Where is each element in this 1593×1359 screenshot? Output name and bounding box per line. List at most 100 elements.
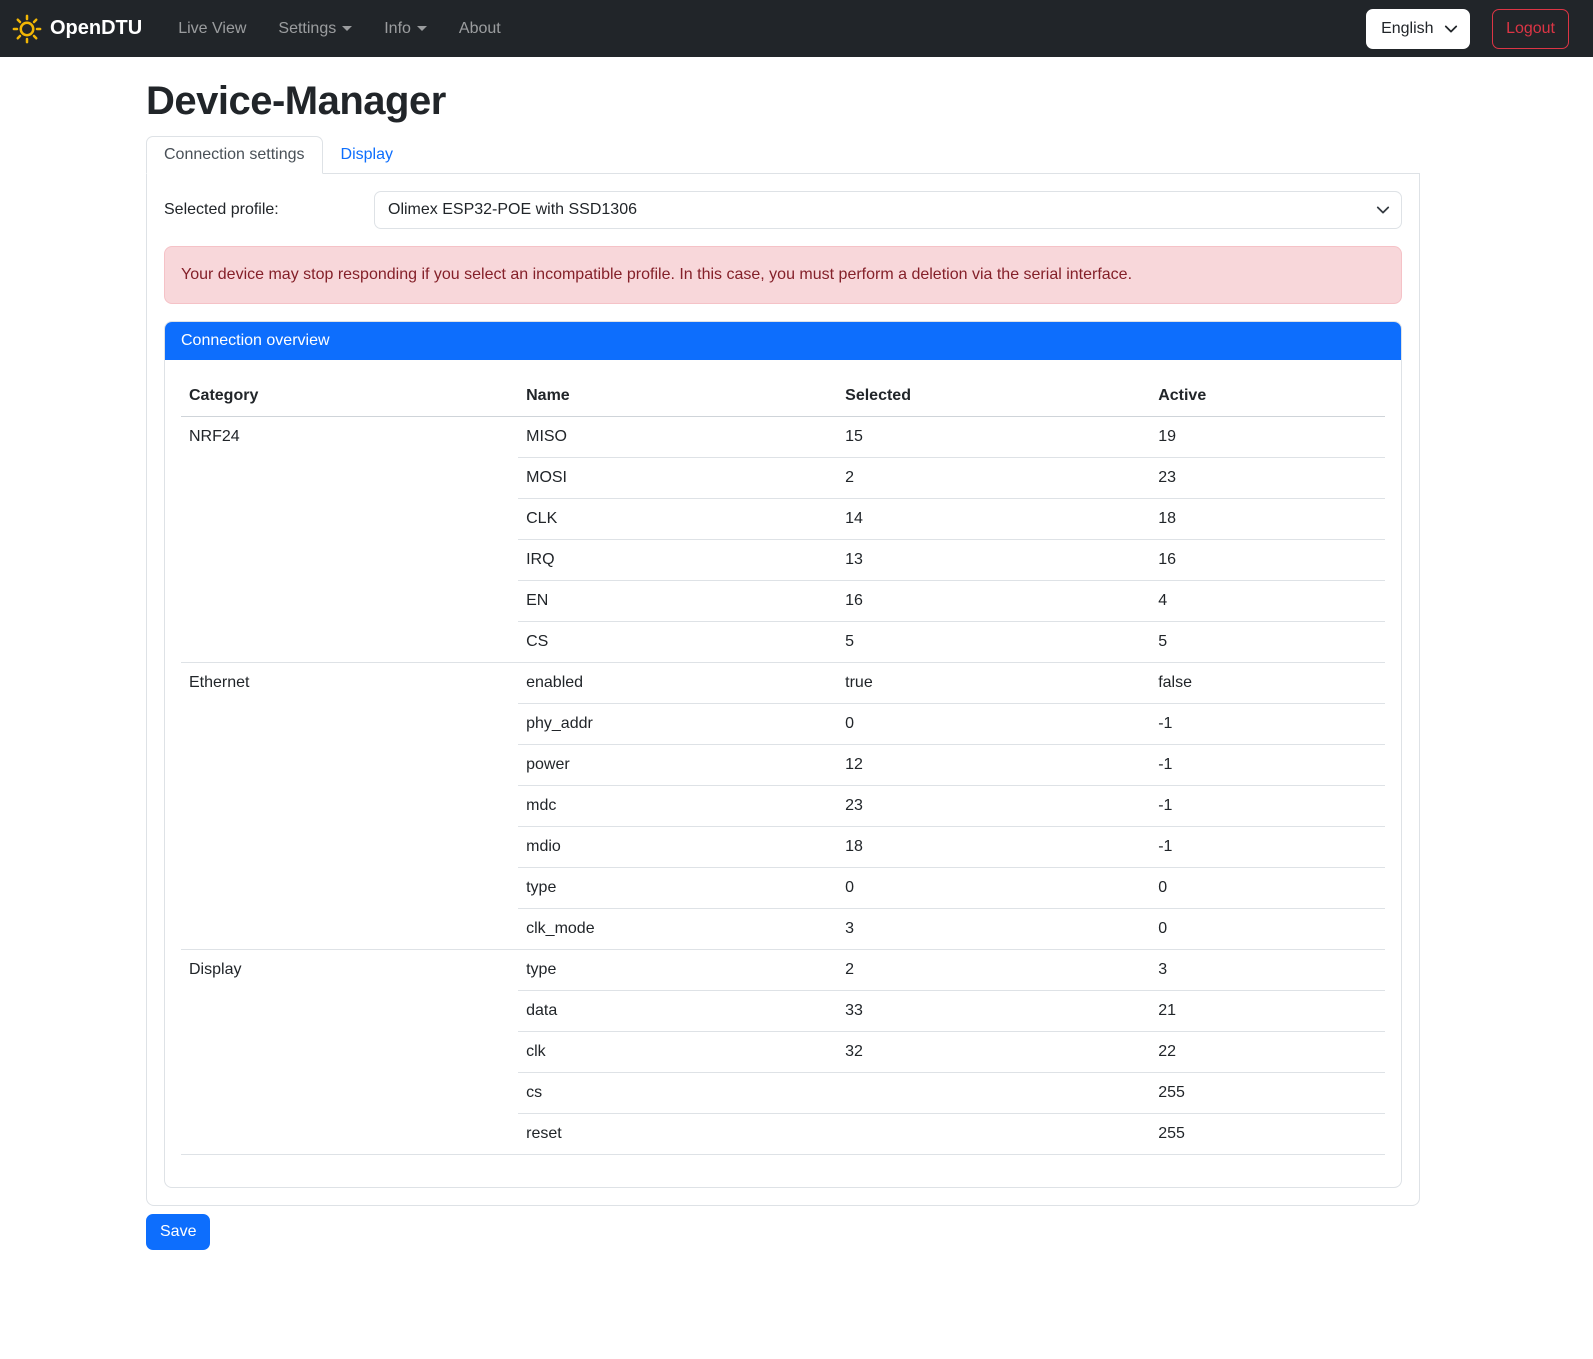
connection-overview-table: Category Name Selected Active NRF24MISO1… [181, 376, 1385, 1155]
selected-cell: 3 [837, 909, 1150, 950]
nav-item-settings[interactable]: Settings [266, 12, 364, 46]
tab-bar: Connection settings Display [146, 136, 1420, 174]
name-cell: clk_mode [518, 909, 837, 950]
selected-cell: 0 [837, 704, 1150, 745]
language-select[interactable]: English [1366, 9, 1470, 49]
nav-item-label: About [459, 20, 501, 38]
active-cell: -1 [1150, 827, 1385, 868]
active-cell: false [1150, 663, 1385, 704]
nav-item-label: Live View [178, 20, 246, 38]
category-cell: Display [181, 950, 518, 1155]
selected-cell: 33 [837, 991, 1150, 1032]
language-value: English [1381, 20, 1433, 38]
active-cell: 255 [1150, 1073, 1385, 1114]
overview-table-body: NRF24MISO1519MOSI223CLK1418IRQ1316EN164C… [181, 417, 1385, 1155]
name-cell: MISO [518, 417, 837, 458]
nav-item-live-view[interactable]: Live View [166, 12, 258, 46]
active-cell: 23 [1150, 458, 1385, 499]
brand-label: OpenDTU [50, 17, 142, 40]
sun-icon [12, 14, 42, 44]
selected-cell: 12 [837, 745, 1150, 786]
chevron-down-icon [1444, 22, 1458, 36]
active-cell: 18 [1150, 499, 1385, 540]
active-cell: 21 [1150, 991, 1385, 1032]
col-header-category: Category [181, 376, 518, 417]
selected-cell: 16 [837, 581, 1150, 622]
logout-button[interactable]: Logout [1492, 9, 1569, 49]
name-cell: CLK [518, 499, 837, 540]
name-cell: type [518, 950, 837, 991]
selected-cell: 32 [837, 1032, 1150, 1073]
nav-links: Live View Settings Info About [166, 12, 513, 46]
profile-label: Selected profile: [164, 201, 374, 219]
selected-cell: 2 [837, 950, 1150, 991]
active-cell: 22 [1150, 1032, 1385, 1073]
name-cell: IRQ [518, 540, 837, 581]
active-cell: 0 [1150, 868, 1385, 909]
nav-item-info[interactable]: Info [372, 12, 439, 46]
chevron-down-icon [342, 26, 352, 31]
main-container: Device-Manager Connection settings Displ… [146, 79, 1420, 1250]
save-button[interactable]: Save [146, 1214, 210, 1250]
table-row: Displaytype23 [181, 950, 1385, 991]
name-cell: EN [518, 581, 837, 622]
name-cell: enabled [518, 663, 837, 704]
card-body: Category Name Selected Active NRF24MISO1… [165, 360, 1401, 1187]
active-cell: -1 [1150, 704, 1385, 745]
active-cell: 4 [1150, 581, 1385, 622]
selected-cell [837, 1073, 1150, 1114]
name-cell: phy_addr [518, 704, 837, 745]
card-header: Connection overview [165, 322, 1401, 360]
tab-connection-settings[interactable]: Connection settings [146, 136, 323, 174]
name-cell: data [518, 991, 837, 1032]
chevron-down-icon [417, 26, 427, 31]
name-cell: power [518, 745, 837, 786]
selected-cell: 13 [837, 540, 1150, 581]
tab-content: Selected profile: Olimex ESP32-POE with … [146, 174, 1420, 1206]
profile-select[interactable]: Olimex ESP32-POE with SSD1306 [374, 191, 1402, 229]
brand[interactable]: OpenDTU [12, 14, 142, 44]
active-cell: 0 [1150, 909, 1385, 950]
name-cell: mdc [518, 786, 837, 827]
selected-cell [837, 1114, 1150, 1155]
active-cell: 3 [1150, 950, 1385, 991]
selected-cell: 23 [837, 786, 1150, 827]
category-cell: NRF24 [181, 417, 518, 663]
selected-cell: 5 [837, 622, 1150, 663]
category-cell: Ethernet [181, 663, 518, 950]
table-row: Ethernetenabledtruefalse [181, 663, 1385, 704]
nav-item-about[interactable]: About [447, 12, 513, 46]
active-cell: -1 [1150, 786, 1385, 827]
connection-overview-card: Connection overview Category Name Select… [164, 321, 1402, 1188]
selected-cell: 18 [837, 827, 1150, 868]
selected-cell: 0 [837, 868, 1150, 909]
nav-item-label: Settings [278, 20, 336, 38]
name-cell: cs [518, 1073, 837, 1114]
incompatible-profile-warning: Your device may stop responding if you s… [164, 246, 1402, 304]
page-title: Device-Manager [146, 79, 1420, 124]
active-cell: 5 [1150, 622, 1385, 663]
name-cell: MOSI [518, 458, 837, 499]
name-cell: type [518, 868, 837, 909]
tab-display[interactable]: Display [323, 136, 411, 174]
active-cell: 255 [1150, 1114, 1385, 1155]
top-navbar: OpenDTU Live View Settings Info About En… [0, 0, 1593, 57]
col-header-active: Active [1150, 376, 1385, 417]
nav-item-label: Info [384, 20, 411, 38]
profile-row: Selected profile: Olimex ESP32-POE with … [164, 191, 1402, 229]
name-cell: mdio [518, 827, 837, 868]
selected-cell: true [837, 663, 1150, 704]
table-row: NRF24MISO1519 [181, 417, 1385, 458]
name-cell: CS [518, 622, 837, 663]
active-cell: 19 [1150, 417, 1385, 458]
active-cell: 16 [1150, 540, 1385, 581]
table-header-row: Category Name Selected Active [181, 376, 1385, 417]
name-cell: reset [518, 1114, 837, 1155]
name-cell: clk [518, 1032, 837, 1073]
profile-select-value: Olimex ESP32-POE with SSD1306 [388, 201, 637, 219]
col-header-selected: Selected [837, 376, 1150, 417]
col-header-name: Name [518, 376, 837, 417]
selected-cell: 15 [837, 417, 1150, 458]
chevron-down-icon [1376, 203, 1390, 217]
selected-cell: 14 [837, 499, 1150, 540]
